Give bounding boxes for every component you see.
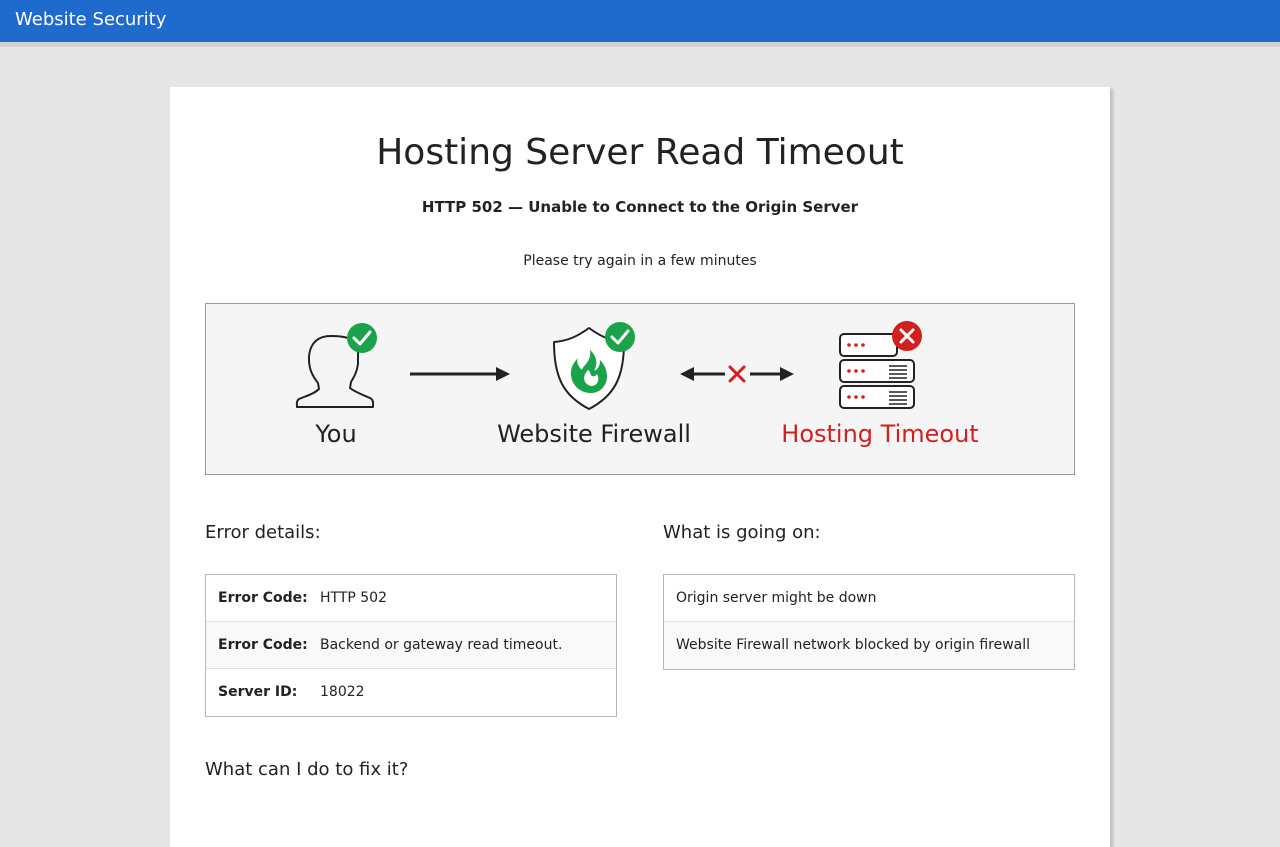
top-bar-shadow [0, 42, 1280, 47]
connection-error-icon [728, 365, 746, 383]
list-item: Origin server might be down [664, 575, 1074, 622]
connection-diagram: You Website Firewall Hosting Timeout [205, 303, 1075, 475]
firewall-check-icon [605, 322, 635, 352]
app-title: Website Security [15, 9, 167, 30]
error-details-table: Error Code: HTTP 502 Error Code: Backend… [205, 574, 617, 717]
arrow-connected [410, 367, 510, 381]
reason-text: Website Firewall network blocked by orig… [676, 637, 1031, 653]
user-check-icon [347, 323, 377, 353]
server-error-icon [892, 321, 922, 351]
top-bar: Website Security [0, 0, 1280, 42]
whats-going-on-table: Origin server might be down Website Fire… [663, 574, 1075, 670]
reason-text: Origin server might be down [676, 590, 877, 606]
detail-value: HTTP 502 [320, 590, 387, 606]
retry-note: Please try again in a few minutes [523, 253, 757, 269]
detail-key: Error Code: [218, 590, 308, 606]
node-label-firewall: Website Firewall [497, 420, 691, 448]
page-title: Hosting Server Read Timeout [376, 132, 904, 173]
detail-key: Server ID: [218, 684, 298, 700]
arrow-broken [680, 365, 794, 383]
fix-heading: What can I do to fix it? [205, 759, 409, 780]
table-row: Server ID: 18022 [206, 669, 616, 716]
whats-going-on-heading: What is going on: [663, 522, 821, 543]
error-card: Hosting Server Read Timeout HTTP 502 — U… [170, 87, 1110, 847]
table-row: Error Code: HTTP 502 [206, 575, 616, 622]
page-subtitle: HTTP 502 — Unable to Connect to the Orig… [421, 198, 859, 216]
error-details-heading: Error details: [205, 522, 321, 543]
node-label-you: You [315, 420, 357, 448]
detail-value: 18022 [320, 684, 365, 700]
detail-key: Error Code: [218, 637, 308, 653]
table-row: Error Code: Backend or gateway read time… [206, 622, 616, 669]
list-item: Website Firewall network blocked by orig… [664, 622, 1074, 669]
node-label-hosting: Hosting Timeout [781, 420, 979, 448]
detail-value: Backend or gateway read timeout. [320, 637, 563, 653]
